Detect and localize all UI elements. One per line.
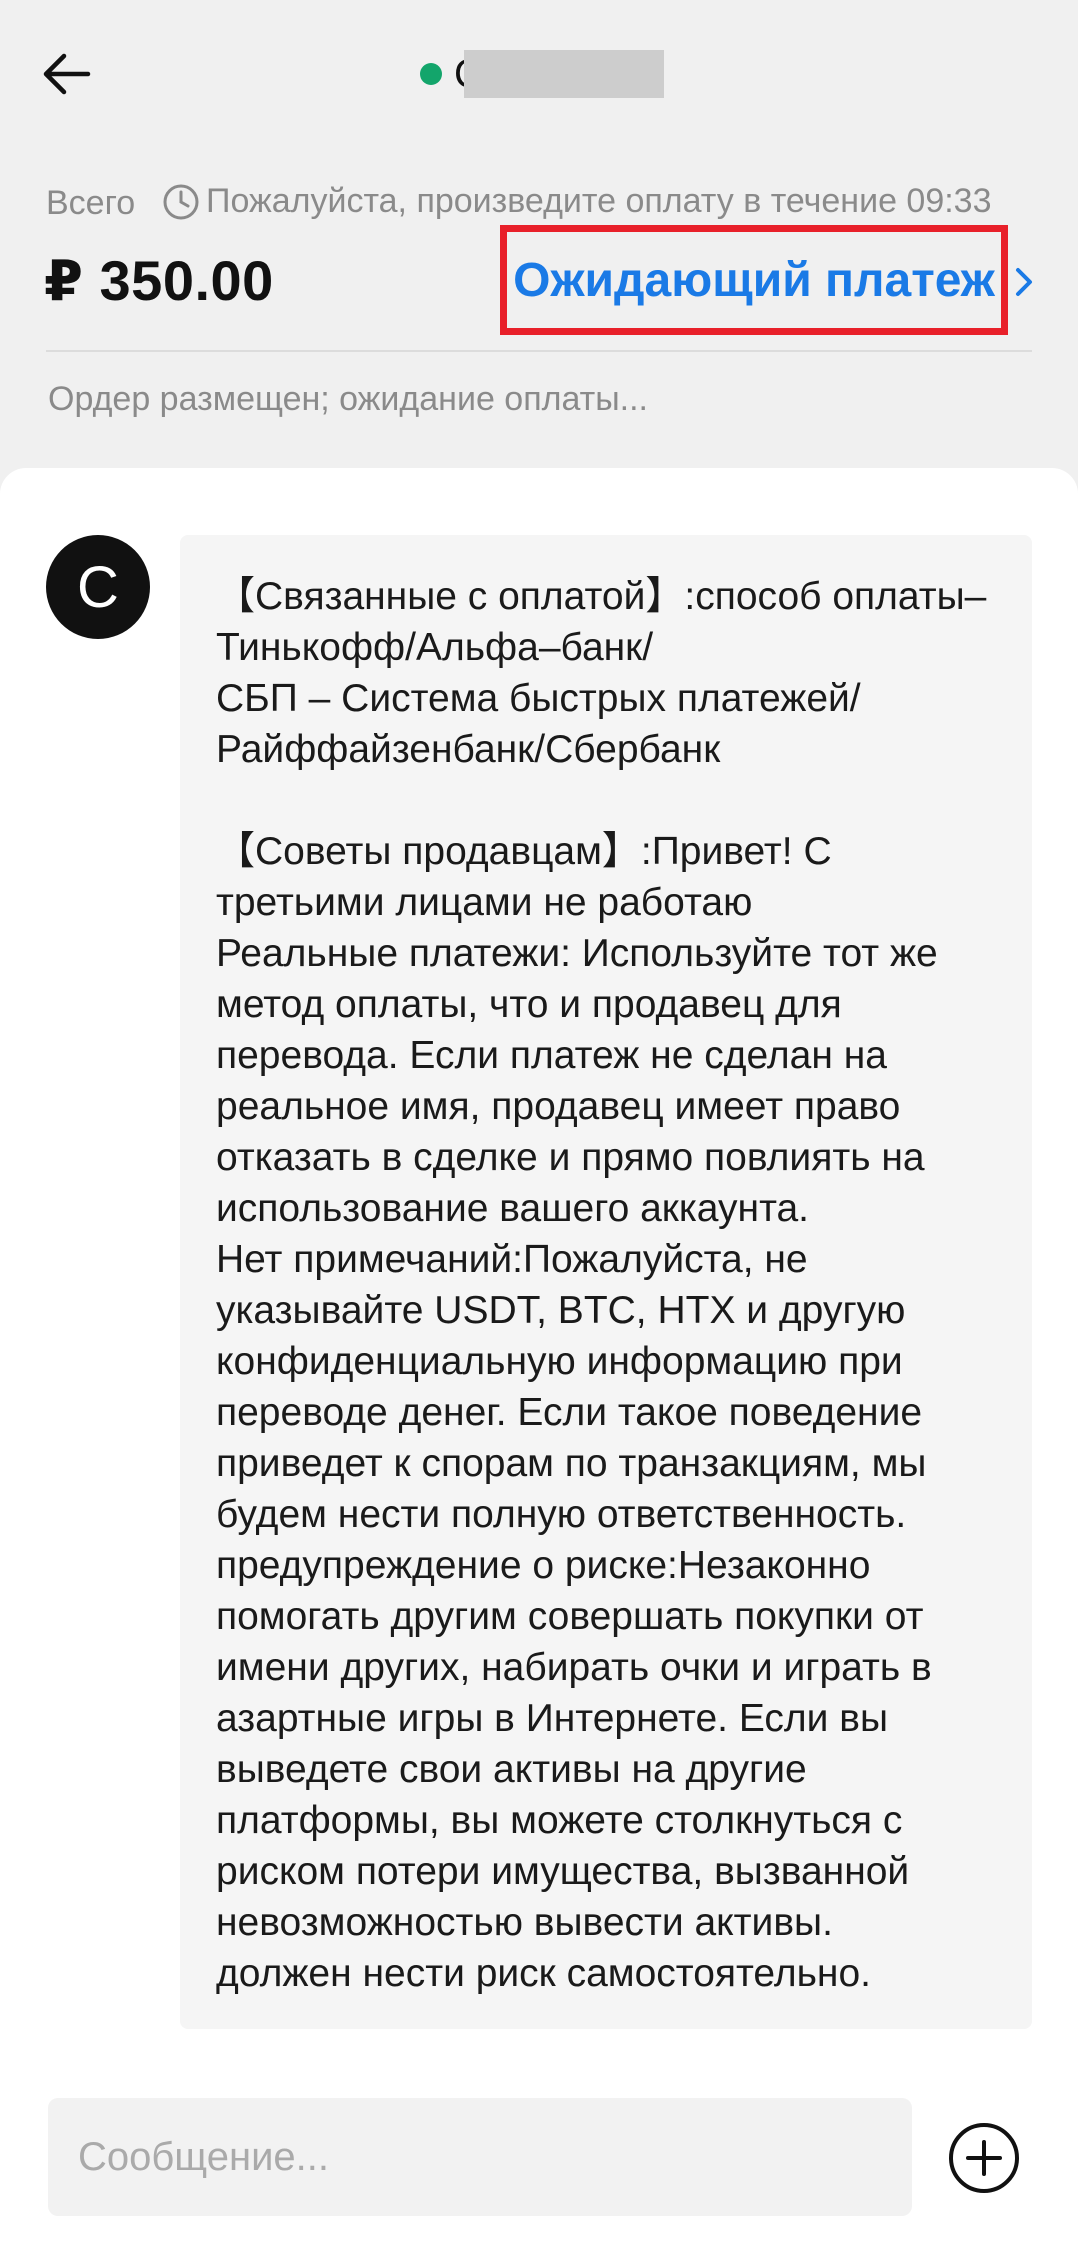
- pending-payment-link[interactable]: Ожидающий платеж: [513, 253, 995, 308]
- clock-icon: [163, 184, 199, 219]
- order-header: С Всего Пожалуйста, произведите оплату в…: [0, 0, 1078, 470]
- order-status-text: Ордер размещен; ожидание оплаты...: [48, 380, 648, 418]
- seller-avatar[interactable]: C: [46, 535, 150, 639]
- payment-timer: Пожалуйста, произведите оплату в течение…: [162, 182, 992, 221]
- pending-payment-highlight: Ожидающий платеж: [500, 225, 1008, 335]
- header-divider: [46, 350, 1032, 352]
- message-bubble: 【Связанные с оплатой】:способ оплаты–Тинь…: [180, 535, 1032, 2029]
- plus-circle-icon[interactable]: [946, 2120, 1022, 2196]
- chevron-right-icon[interactable]: [1010, 262, 1038, 302]
- total-amount: ₽ 350.00: [44, 249, 274, 312]
- back-arrow-icon[interactable]: [36, 44, 96, 104]
- message-input[interactable]: Сообщение...: [48, 2098, 912, 2216]
- contact-name-redacted: [464, 50, 664, 98]
- total-label: Всего: [46, 184, 136, 222]
- contact-title: С: [420, 50, 664, 98]
- online-status-dot: [420, 63, 442, 85]
- payment-timer-text: Пожалуйста, произведите оплату в течение…: [206, 182, 992, 220]
- message-text: 【Связанные с оплатой】:способ оплаты–Тинь…: [216, 575, 987, 1995]
- contact-name-initial: С: [454, 50, 464, 98]
